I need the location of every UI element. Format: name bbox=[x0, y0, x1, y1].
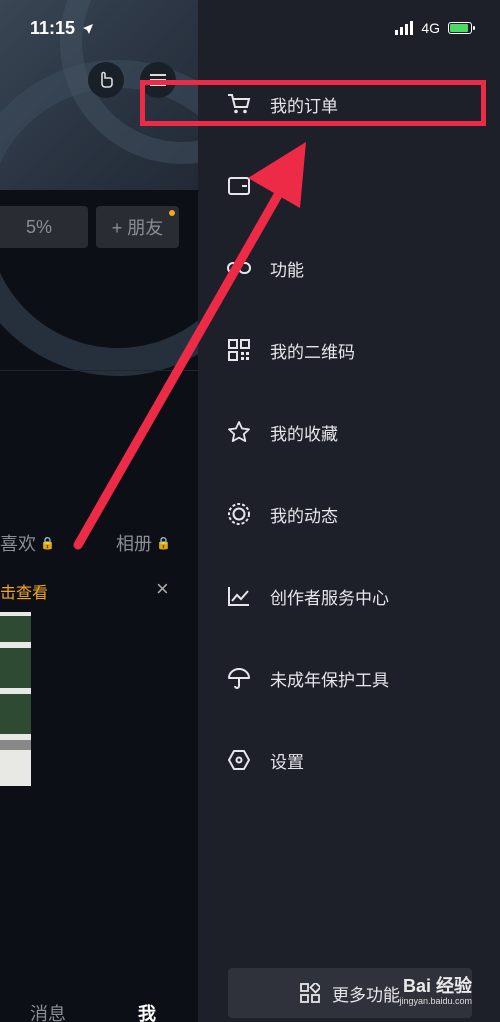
annotation-arrow bbox=[73, 142, 306, 550]
watermark-url: jingyan.baidu.com bbox=[399, 996, 472, 1006]
watermark-logo: Bai 经验 bbox=[402, 976, 472, 996]
